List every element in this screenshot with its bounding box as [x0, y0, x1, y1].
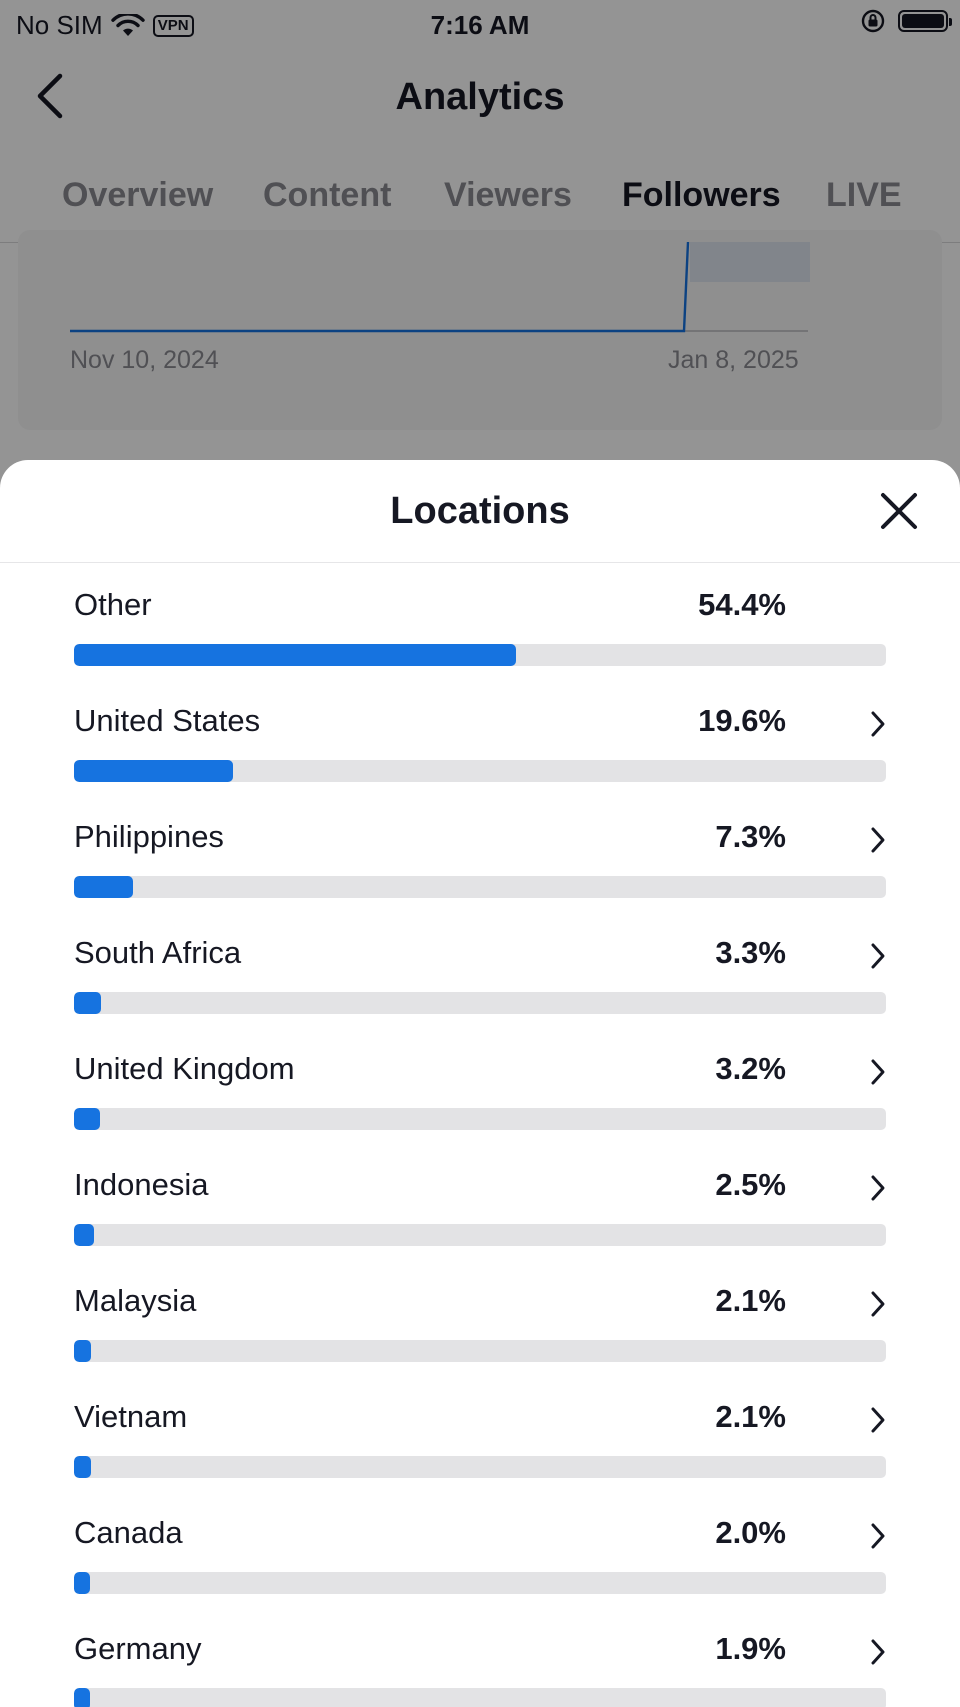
- chevron-right-icon[interactable]: [870, 1290, 886, 1318]
- percent-bar-track: [74, 1456, 886, 1478]
- location-row[interactable]: Philippines 7.3%: [0, 794, 960, 910]
- percent-bar-track: [74, 1340, 886, 1362]
- location-row[interactable]: Germany 1.9%: [0, 1606, 960, 1707]
- location-percent: 54.4%: [698, 587, 786, 622]
- sheet-title: Locations: [390, 490, 570, 532]
- location-percent: 3.2%: [715, 1051, 786, 1086]
- percent-bar-track: [74, 876, 886, 898]
- location-name: United Kingdom: [74, 1051, 295, 1086]
- percent-bar-fill: [74, 876, 134, 898]
- location-percent: 3.3%: [715, 935, 786, 970]
- location-name: Malaysia: [74, 1283, 197, 1318]
- chevron-right-icon[interactable]: [870, 1058, 886, 1086]
- percent-bar-fill: [74, 760, 234, 782]
- location-percent: 1.9%: [715, 1631, 786, 1666]
- chevron-right-icon[interactable]: [870, 710, 886, 738]
- percent-bar-fill: [74, 1456, 92, 1478]
- location-name: Philippines: [74, 819, 224, 854]
- location-percent: 2.1%: [715, 1283, 786, 1318]
- percent-bar-fill: [74, 1224, 95, 1246]
- location-row[interactable]: Vietnam 2.1%: [0, 1374, 960, 1490]
- location-percent: 2.5%: [715, 1167, 786, 1202]
- location-percent: 2.0%: [715, 1515, 786, 1550]
- location-row[interactable]: Canada 2.0%: [0, 1490, 960, 1606]
- location-percent: 7.3%: [715, 819, 786, 854]
- percent-bar-track: [74, 992, 886, 1014]
- percent-bar-track: [74, 1224, 886, 1246]
- sheet-header: Locations: [0, 460, 960, 563]
- location-name: Other: [74, 587, 152, 622]
- location-row[interactable]: Indonesia 2.5%: [0, 1142, 960, 1258]
- location-name: South Africa: [74, 935, 242, 970]
- percent-bar-track: [74, 1108, 886, 1130]
- chevron-right-icon[interactable]: [870, 1638, 886, 1666]
- percent-bar-fill: [74, 644, 516, 666]
- chevron-right-icon[interactable]: [870, 942, 886, 970]
- location-name: Canada: [74, 1515, 183, 1550]
- percent-bar-fill: [74, 992, 101, 1014]
- chevron-right-icon[interactable]: [870, 826, 886, 854]
- location-row[interactable]: South Africa 3.3%: [0, 910, 960, 1026]
- location-percent: 2.1%: [715, 1399, 786, 1434]
- location-name: United States: [74, 703, 261, 738]
- location-row: Other 54.4%: [0, 562, 960, 678]
- location-row[interactable]: United Kingdom 3.2%: [0, 1026, 960, 1142]
- percent-bar-fill: [74, 1688, 91, 1707]
- percent-bar-track: [74, 1688, 886, 1707]
- location-name: Indonesia: [74, 1167, 209, 1202]
- close-icon[interactable]: [878, 490, 920, 532]
- location-name: Vietnam: [74, 1399, 188, 1434]
- percent-bar-fill: [74, 1108, 100, 1130]
- chevron-right-icon[interactable]: [870, 1522, 886, 1550]
- percent-bar-track: [74, 1572, 886, 1594]
- location-name: Germany: [74, 1631, 202, 1666]
- percent-bar-track: [74, 760, 886, 782]
- chevron-right-icon[interactable]: [870, 1174, 886, 1202]
- percent-bar-track: [74, 644, 886, 666]
- percent-bar-fill: [74, 1340, 92, 1362]
- percent-bar-fill: [74, 1572, 91, 1594]
- location-percent: 19.6%: [698, 703, 786, 738]
- chevron-right-icon[interactable]: [870, 1406, 886, 1434]
- locations-sheet: Locations Other 54.4% United States 19.6% Ph…: [0, 460, 960, 1707]
- location-row[interactable]: Malaysia 2.1%: [0, 1258, 960, 1374]
- location-row[interactable]: United States 19.6%: [0, 678, 960, 794]
